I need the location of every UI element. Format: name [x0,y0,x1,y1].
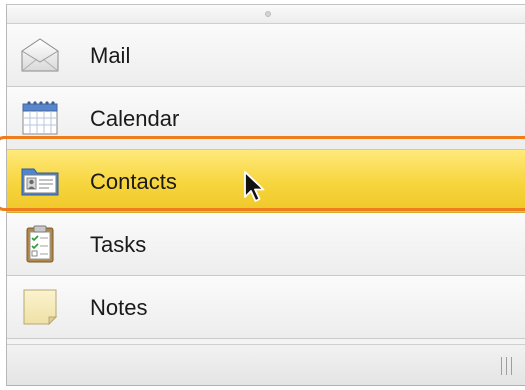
nav-item-label: Contacts [90,169,177,194]
resize-grip-icon[interactable] [501,357,515,375]
grip-dot-icon [265,11,271,17]
nav-item-label: Mail [90,43,131,68]
nav-item-mail[interactable]: Mail [7,24,525,87]
nav-item-label: Notes [90,295,148,320]
calendar-icon [22,101,58,135]
nav-item-label: Calendar [90,106,180,131]
tasks-clipboard-icon [26,225,54,263]
nav-item-tasks[interactable]: Tasks [7,213,525,276]
nav-item-label: Tasks [90,232,147,257]
notes-pad-icon [23,289,58,326]
mail-envelope-icon [21,38,59,72]
nav-item-notes[interactable]: Notes [7,276,525,339]
pane-top-grip[interactable] [7,5,525,24]
contacts-card-icon [21,168,59,196]
mouse-pointer-icon [244,171,265,202]
pane-footer [7,344,525,385]
nav-item-calendar[interactable]: Calendar [7,87,525,150]
